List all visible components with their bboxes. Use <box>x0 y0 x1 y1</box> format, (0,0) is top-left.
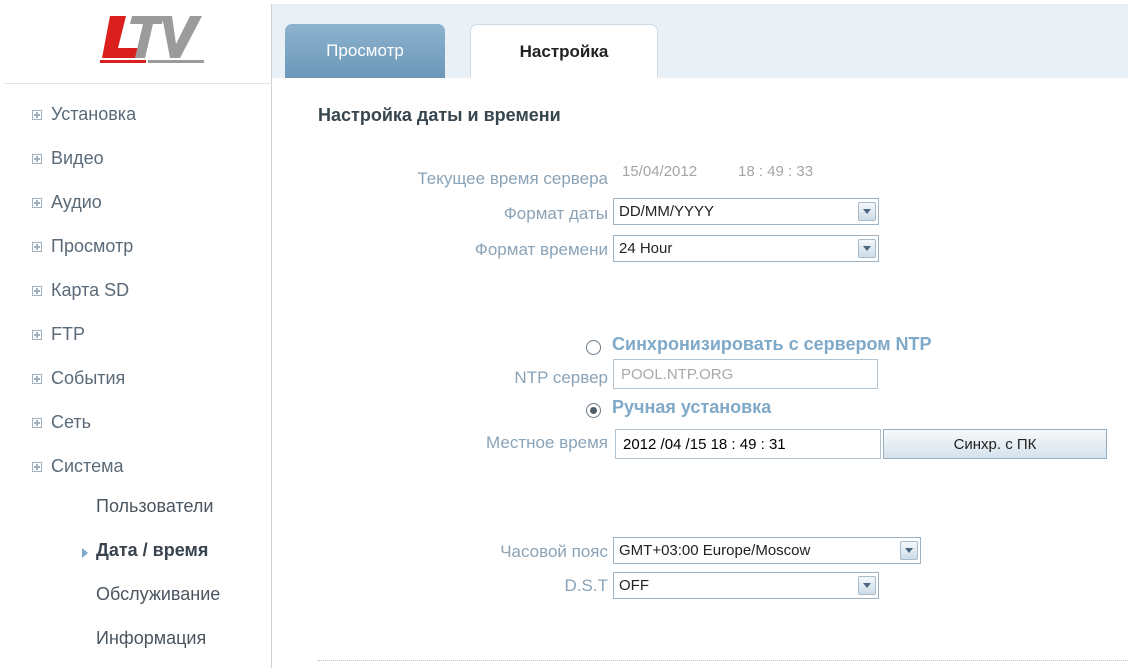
expand-icon <box>32 417 42 428</box>
chevron-down-icon <box>858 576 876 595</box>
divider <box>318 660 1128 661</box>
date-format-select[interactable]: DD/MM/YYYY <box>613 198 879 225</box>
dst-label: D.S.T <box>564 576 608 595</box>
manual-set-radio[interactable] <box>586 403 601 418</box>
sidebar-item-label: Видео <box>51 148 104 168</box>
sidebar-subitem-date-time[interactable]: Дата / время <box>96 540 208 561</box>
tab-view[interactable]: Просмотр <box>285 24 445 78</box>
expand-icon <box>32 197 42 208</box>
sidebar-item-system[interactable]: Система <box>32 456 124 477</box>
sidebar-item-label: Карта SD <box>51 280 130 300</box>
sidebar-item-network[interactable]: Сеть <box>32 412 91 433</box>
sidebar-item-label: Сеть <box>51 412 92 432</box>
date-format-value: DD/MM/YYYY <box>619 203 715 220</box>
tab-bar: Просмотр Настройка <box>272 4 1128 78</box>
page-title: Настройка даты и времени <box>318 105 561 125</box>
expand-icon <box>32 153 42 164</box>
sidebar-item-ftp[interactable]: FTP <box>32 324 85 345</box>
sidebar-item-label: Установка <box>51 104 137 124</box>
expand-icon <box>32 285 42 296</box>
sidebar-item-label: Просмотр <box>51 236 134 256</box>
chevron-down-icon <box>900 541 918 560</box>
sidebar-item-label: FTP <box>51 324 85 344</box>
sidebar-item-audio[interactable]: Аудио <box>32 192 102 213</box>
sync-with-pc-button[interactable]: Синхр. с ПК <box>883 429 1107 459</box>
timezone-value: GMT+03:00 Europe/Moscow <box>619 542 811 559</box>
active-arrow-icon <box>82 548 88 558</box>
ntp-server-label: NTP сервер <box>514 368 608 387</box>
date-format-label: Формат даты <box>503 204 608 223</box>
sidebar-item-events[interactable]: События <box>32 368 125 389</box>
chevron-down-icon <box>858 239 876 258</box>
expand-icon <box>32 461 42 472</box>
dst-select[interactable]: OFF <box>613 572 879 599</box>
sidebar-subitem-users[interactable]: Пользователи <box>96 496 213 517</box>
sidebar-item-setup[interactable]: Установка <box>32 104 136 125</box>
sidebar-item-view[interactable]: Просмотр <box>32 236 133 257</box>
server-time-label: Текущее время сервера <box>417 169 608 188</box>
ntp-server-input[interactable]: POOL.NTP.ORG <box>613 359 878 389</box>
server-time-value: 18 : 49 : 33 <box>738 163 814 180</box>
dst-value: OFF <box>619 577 649 594</box>
local-time-input[interactable]: 2012 /04 /15 18 : 49 : 31 <box>615 429 881 459</box>
time-format-label: Формат времени <box>474 240 608 259</box>
expand-icon <box>32 241 42 252</box>
sidebar-subitem-info[interactable]: Информация <box>96 628 206 649</box>
sidebar-subitem-maintenance[interactable]: Обслуживание <box>96 584 220 605</box>
ntp-sync-radio[interactable] <box>586 340 601 355</box>
sidebar: Установка Видео Аудио Просмотр Карта SD … <box>4 4 272 668</box>
timezone-label: Часовой пояс <box>500 542 608 561</box>
manual-set-label[interactable]: Ручная установка <box>612 397 771 418</box>
sidebar-item-label: Аудио <box>51 192 102 212</box>
server-date-value: 15/04/2012 <box>622 163 698 180</box>
expand-icon <box>32 109 42 120</box>
time-format-select[interactable]: 24 Hour <box>613 235 879 262</box>
sidebar-item-label: События <box>51 368 126 388</box>
expand-icon <box>32 373 42 384</box>
chevron-down-icon <box>858 202 876 221</box>
time-format-value: 24 Hour <box>619 240 673 257</box>
expand-icon <box>32 329 42 340</box>
ltv-logo <box>100 16 204 63</box>
ntp-sync-label[interactable]: Синхронизировать с сервером NTP <box>612 334 932 355</box>
sidebar-item-video[interactable]: Видео <box>32 148 104 169</box>
sidebar-item-sd-card[interactable]: Карта SD <box>32 280 129 301</box>
tab-settings[interactable]: Настройка <box>470 24 658 78</box>
local-time-label: Местное время <box>486 433 608 452</box>
logo-area <box>4 4 272 84</box>
sidebar-item-label: Система <box>51 456 124 476</box>
timezone-select[interactable]: GMT+03:00 Europe/Moscow <box>613 537 921 564</box>
